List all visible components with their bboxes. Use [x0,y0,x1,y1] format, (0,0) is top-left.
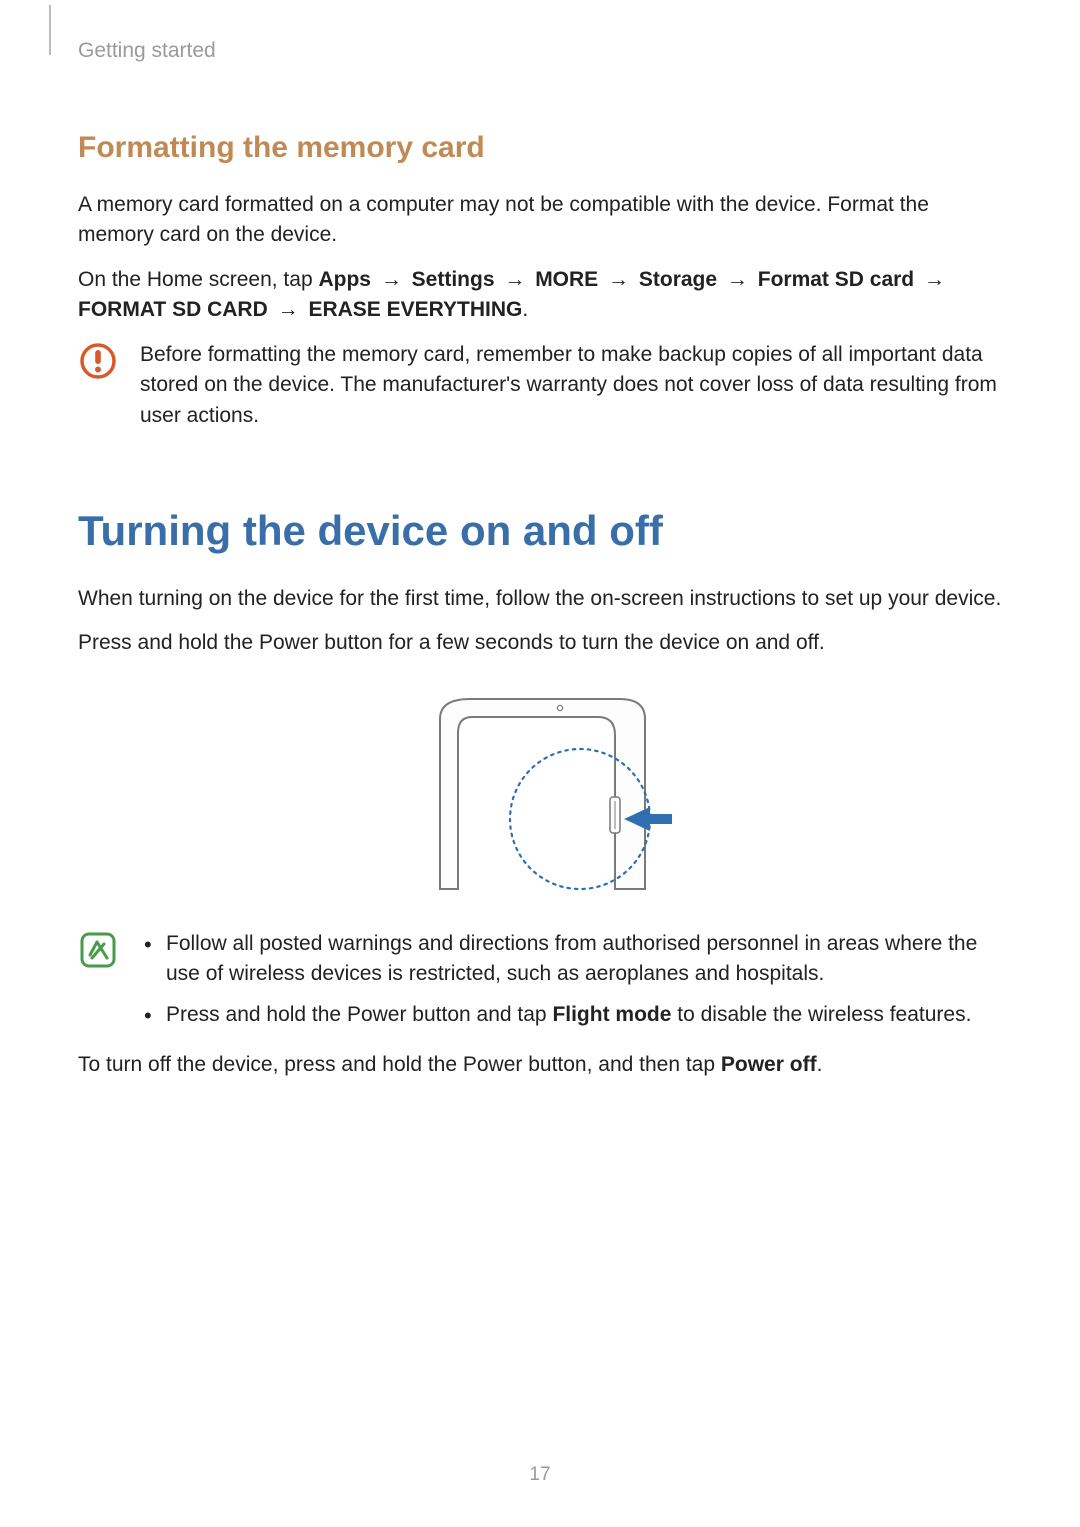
power-button-figure [78,679,1002,899]
arrow-icon: → [504,268,525,291]
caution-text: Before formatting the memory card, remem… [140,340,1002,431]
label-apps: Apps [318,268,371,291]
label-format-sd-caps: FORMAT SD CARD [78,298,268,321]
label-power-off: Power off [721,1053,817,1076]
heading-turning-on-off: Turning the device on and off [78,501,1002,562]
text-fragment: . [817,1053,823,1076]
nav-path-text: On the Home screen, tap Apps → Settings … [78,265,1002,326]
arrow-icon: → [924,268,945,291]
body-text: To turn off the device, press and hold t… [78,1050,1002,1080]
text-fragment: to disable the wireless features. [671,1003,971,1026]
label-storage: Storage [639,268,717,291]
text-fragment: Press and hold the Power button and tap [166,1003,552,1026]
page-number: 17 [0,1461,1080,1489]
label-settings: Settings [412,268,495,291]
body-text: When turning on the device for the first… [78,584,1002,614]
note-list: Follow all posted warnings and direction… [140,929,1002,1030]
label-format-sd: Format SD card [758,268,914,291]
label-flight-mode: Flight mode [552,1003,671,1026]
header-divider [49,5,51,55]
label-erase: ERASE EVERYTHING [308,298,522,321]
list-item: Press and hold the Power button and tap … [140,1000,1002,1030]
text-fragment: On the Home screen, tap [78,268,318,291]
arrow-icon: → [727,268,748,291]
arrow-icon: → [381,268,402,291]
note-callout: Follow all posted warnings and direction… [78,929,1002,1040]
text-fragment: . [522,298,528,321]
body-text: Press and hold the Power button for a fe… [78,628,1002,658]
caution-icon [78,340,118,380]
label-more: MORE [535,268,598,291]
text-fragment: To turn off the device, press and hold t… [78,1053,721,1076]
caution-callout: Before formatting the memory card, remem… [78,340,1002,431]
arrow-icon: → [608,268,629,291]
list-item: Follow all posted warnings and direction… [140,929,1002,990]
running-head: Getting started [78,36,1002,66]
heading-formatting: Formatting the memory card [78,126,1002,170]
note-icon [78,929,118,969]
body-text: A memory card formatted on a computer ma… [78,190,1002,251]
arrow-icon: → [278,298,299,321]
